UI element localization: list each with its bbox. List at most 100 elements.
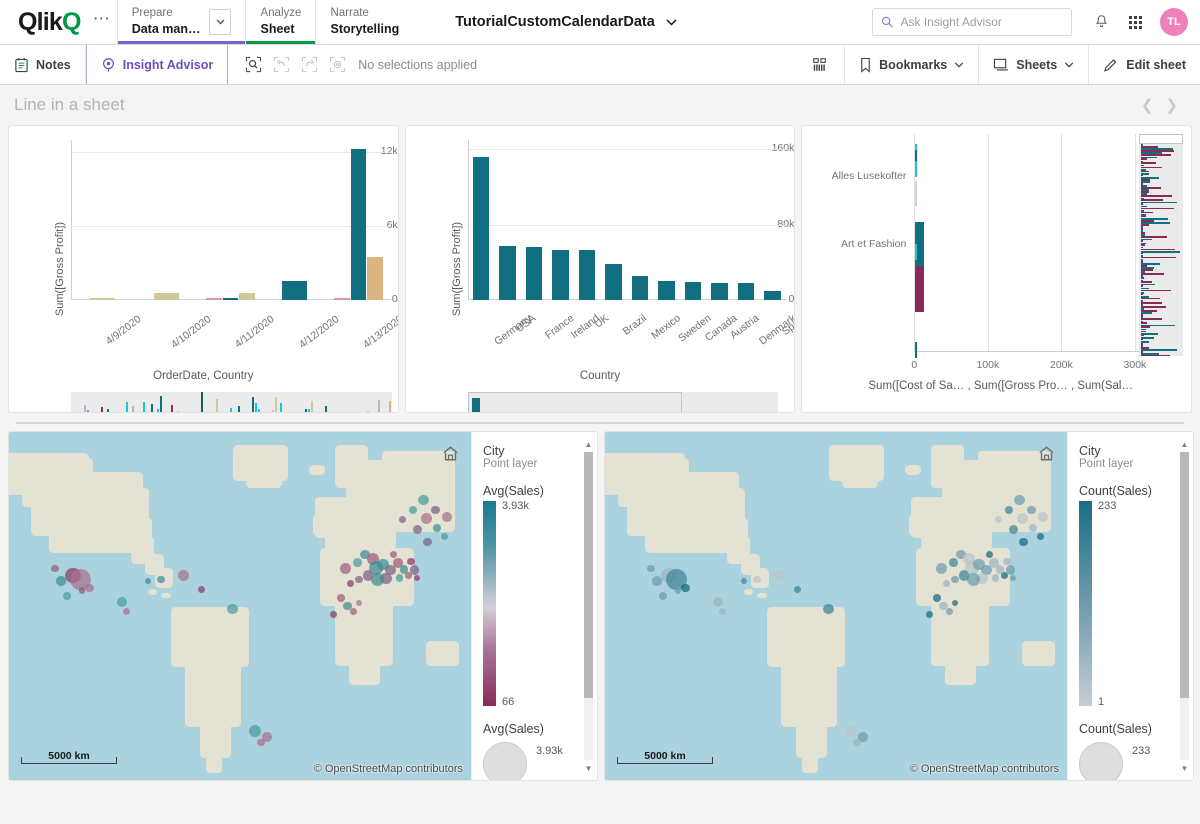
nav-narrate[interactable]: Narrate Storytelling — [315, 0, 413, 44]
home-icon[interactable] — [1035, 442, 1057, 464]
map-data-point[interactable] — [1014, 494, 1025, 506]
bar[interactable] — [605, 264, 622, 300]
notification-bell-icon[interactable] — [1086, 7, 1116, 37]
map-data-point[interactable] — [740, 577, 747, 584]
map-data-point[interactable] — [933, 593, 942, 602]
map-data-point[interactable] — [430, 505, 440, 515]
insight-advisor-button[interactable]: Insight Advisor — [85, 45, 229, 84]
map-data-point[interactable] — [647, 564, 656, 573]
map-data-point[interactable] — [227, 603, 238, 614]
map-count-sales[interactable]: 5000 km © OpenStreetMap contributors City… — [604, 431, 1194, 781]
map-data-point[interactable] — [823, 603, 834, 614]
scroll-thumb[interactable] — [1180, 452, 1189, 698]
map-data-point[interactable] — [420, 512, 432, 524]
bar[interactable] — [367, 256, 383, 300]
map-data-point[interactable] — [362, 570, 374, 581]
scroll-up-icon[interactable]: ▲ — [1179, 438, 1190, 450]
bar[interactable] — [239, 293, 255, 300]
bar[interactable] — [282, 280, 307, 300]
bar[interactable] — [499, 246, 516, 300]
bar[interactable] — [915, 342, 918, 359]
avatar[interactable]: TL — [1160, 8, 1188, 36]
insight-advisor-search[interactable] — [872, 8, 1072, 36]
map-data-point[interactable] — [349, 608, 357, 616]
bar[interactable] — [711, 282, 728, 300]
bar[interactable] — [472, 156, 490, 300]
bar[interactable] — [684, 281, 702, 300]
bar[interactable] — [525, 246, 543, 300]
map-data-point[interactable] — [1026, 505, 1036, 515]
scroll-up-icon[interactable]: ▲ — [583, 438, 594, 450]
map-data-point[interactable] — [713, 596, 724, 608]
map-data-point[interactable] — [844, 725, 857, 738]
map-data-point[interactable] — [442, 512, 452, 522]
qlik-logo[interactable]: QlikQ — [0, 0, 87, 44]
bar[interactable] — [206, 298, 222, 300]
app-grid-icon[interactable] — [1120, 7, 1150, 37]
map-canvas[interactable]: 5000 km © OpenStreetMap contributors — [9, 432, 471, 780]
map-data-point[interactable] — [63, 592, 72, 601]
map-data-point[interactable] — [123, 608, 131, 616]
home-icon[interactable] — [439, 442, 461, 464]
bar[interactable] — [350, 148, 367, 300]
map-data-point[interactable] — [773, 569, 785, 582]
map-data-point[interactable] — [51, 564, 60, 573]
app-title-dropdown[interactable]: TutorialCustomCalendarData — [413, 0, 691, 44]
brush-selection[interactable] — [467, 392, 682, 412]
chart-orderdate-country[interactable]: Sum([Gross Profit]) 0 6k 12k 4/9/2020 4/10/20… — [8, 125, 399, 413]
nav-prepare[interactable]: Prepare Data man… — [116, 0, 246, 44]
map-data-point[interactable] — [85, 583, 94, 593]
chart-country[interactable]: Sum([Gross Profit]) 0 80k 160k Germany USA Fra… — [404, 125, 796, 413]
map-data-point[interactable] — [1036, 532, 1044, 540]
scroll-brush[interactable] — [467, 392, 778, 412]
bar-chart-plot[interactable]: Sum([Gross Profit]) 0 80k 160k Germany USA Fra… — [406, 126, 794, 412]
search-input[interactable] — [900, 15, 1063, 29]
chart-customer-measures[interactable]: 0 100k 200k 300k Alles Lusekofter Art et Fash… — [801, 125, 1193, 413]
scroll-brush[interactable] — [1139, 134, 1184, 356]
map-data-point[interactable] — [719, 608, 727, 616]
bar[interactable] — [631, 276, 649, 300]
selection-search-icon[interactable] — [240, 52, 266, 78]
map-data-point[interactable] — [414, 575, 421, 582]
chevron-left-icon[interactable]: ❮ — [1141, 96, 1154, 114]
map-data-point[interactable] — [197, 585, 205, 593]
bar[interactable] — [915, 244, 918, 261]
map-data-point[interactable] — [942, 580, 950, 588]
map-data-point[interactable] — [1008, 524, 1019, 535]
map-data-point[interactable] — [404, 571, 412, 579]
ellipsis-icon[interactable]: ⋯ — [87, 0, 117, 44]
bar[interactable] — [222, 297, 239, 300]
map-data-point[interactable] — [418, 494, 429, 506]
map-avg-sales[interactable]: 5000 km © OpenStreetMap contributors City… — [8, 431, 598, 781]
map-data-point[interactable] — [408, 506, 417, 514]
chevron-right-icon[interactable]: ❯ — [1165, 96, 1178, 114]
map-data-point[interactable] — [1038, 512, 1048, 522]
bar[interactable] — [764, 290, 781, 300]
bookmarks-button[interactable]: Bookmarks — [844, 45, 978, 84]
map-data-point[interactable] — [412, 524, 423, 535]
map-data-point[interactable] — [1010, 575, 1017, 582]
legend-scrollbar[interactable]: ▲ ▼ — [583, 438, 594, 774]
map-data-point[interactable] — [1000, 571, 1008, 579]
map-data-point[interactable] — [1028, 524, 1037, 532]
scroll-down-icon[interactable]: ▼ — [1179, 762, 1190, 774]
bar[interactable] — [578, 250, 596, 300]
nav-analyze[interactable]: Analyze Sheet — [245, 0, 316, 44]
legend-scrollbar[interactable]: ▲ ▼ — [1179, 438, 1190, 774]
map-data-point[interactable] — [337, 593, 346, 602]
bar[interactable] — [334, 298, 350, 300]
map-data-point[interactable] — [177, 569, 189, 582]
bar[interactable] — [915, 265, 924, 312]
map-data-point[interactable] — [432, 524, 441, 532]
map-data-point[interactable] — [1019, 537, 1029, 547]
bar[interactable] — [154, 292, 179, 300]
sheets-button[interactable]: Sheets — [978, 45, 1088, 84]
map-data-point[interactable] — [248, 725, 261, 738]
nav-prepare-dropdown[interactable] — [209, 9, 232, 35]
map-data-point[interactable] — [681, 583, 690, 593]
notes-button[interactable]: Notes — [0, 45, 86, 84]
map-data-point[interactable] — [256, 738, 265, 747]
scroll-thumb[interactable] — [584, 452, 593, 698]
scroll-down-icon[interactable]: ▼ — [583, 762, 594, 774]
map-data-point[interactable] — [1016, 512, 1028, 524]
